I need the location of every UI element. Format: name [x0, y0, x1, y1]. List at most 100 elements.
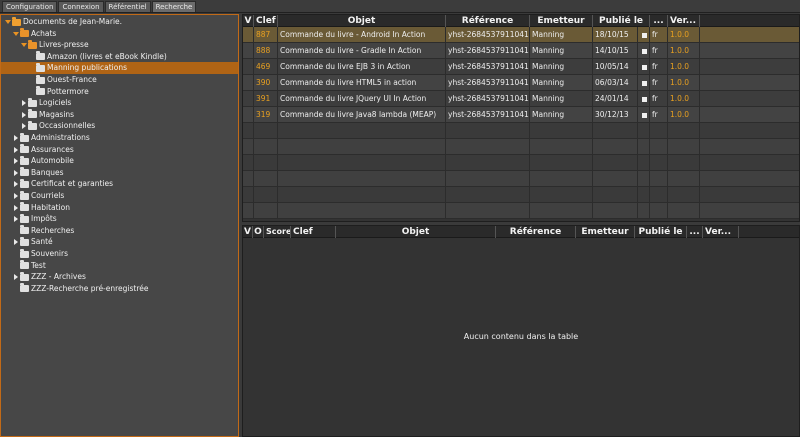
- cell-clef: 469: [254, 59, 278, 75]
- cell-version: 1.0.0: [668, 43, 700, 59]
- col-header-objet[interactable]: Objet: [278, 15, 446, 27]
- col-header-reference[interactable]: Référence: [496, 226, 576, 238]
- tree-item[interactable]: Souvenirs: [1, 248, 238, 260]
- chevron-down-icon[interactable]: [12, 28, 20, 40]
- col-header-publie[interactable]: Publié le: [635, 226, 687, 238]
- tree-item-label: Certificat et garanties: [31, 179, 114, 189]
- tree-item[interactable]: ZZZ - Archives: [1, 271, 238, 283]
- tree-item[interactable]: Logiciels: [1, 97, 238, 109]
- tree-item[interactable]: Ouest-France: [1, 74, 238, 86]
- col-header-publie[interactable]: Publié le: [593, 15, 650, 27]
- col-header-v[interactable]: V: [243, 226, 253, 238]
- chevron-right-icon[interactable]: [12, 132, 20, 144]
- chevron-right-icon[interactable]: [12, 167, 20, 179]
- cell-empty: [278, 171, 446, 187]
- table-row[interactable]: 319 Commande du livre Java8 lambda (MEAP)…: [243, 107, 799, 123]
- chevron-right-icon[interactable]: [12, 202, 20, 214]
- cell-lang: fr: [650, 59, 668, 75]
- table-row-empty: [243, 139, 799, 155]
- cell-empty: [593, 187, 638, 203]
- col-header-v[interactable]: V: [243, 15, 254, 27]
- tree-item-label: Achats: [31, 28, 57, 38]
- cell-v: [243, 27, 254, 43]
- tree-item[interactable]: Achats: [1, 28, 238, 40]
- tree-item-label: Automobile: [31, 156, 74, 166]
- table-row[interactable]: 391 Commande du livre JQuery UI In Action…: [243, 91, 799, 107]
- tree-item[interactable]: Administrations: [1, 132, 238, 144]
- chevron-right-icon[interactable]: [12, 144, 20, 156]
- chevron-right-icon[interactable]: [20, 97, 28, 109]
- tab-connexion[interactable]: Connexion: [58, 1, 104, 12]
- tree-item[interactable]: Habitation: [1, 202, 238, 214]
- square-icon: [642, 96, 647, 102]
- cell-emetteur: Manning: [530, 27, 593, 43]
- tree-item-label: Documents de Jean-Marie.: [23, 17, 123, 26]
- col-header-emetteur[interactable]: Emetteur: [530, 15, 593, 27]
- tree-item[interactable]: ZZZ-Recherche pré-enregistrée: [1, 283, 238, 295]
- cell-empty: [650, 139, 668, 155]
- chevron-right-icon[interactable]: [12, 236, 20, 248]
- tree-item[interactable]: Documents de Jean-Marie.: [1, 16, 238, 28]
- tree-item-label: Pottermore: [47, 86, 89, 96]
- chevron-right-icon[interactable]: [12, 155, 20, 167]
- chevron-right-icon[interactable]: [12, 213, 20, 225]
- cell-clef: 390: [254, 75, 278, 91]
- tree-item[interactable]: Santé: [1, 236, 238, 248]
- tree-item[interactable]: Test: [1, 260, 238, 272]
- col-header-emetteur[interactable]: Emetteur: [576, 226, 635, 238]
- tree-item-label: ZZZ - Archives: [31, 272, 86, 282]
- tree-item[interactable]: Magasins: [1, 109, 238, 121]
- chevron-right-icon[interactable]: [20, 120, 28, 132]
- table-row[interactable]: 390 Commande du livre HTML5 in action yhst…: [243, 75, 799, 91]
- chevron-down-icon[interactable]: [4, 16, 12, 28]
- cell-v: [243, 59, 254, 75]
- attachment-marker-icon: [638, 107, 650, 123]
- chevron-right-icon[interactable]: [12, 178, 20, 190]
- cell-publie: 14/10/15: [593, 43, 638, 59]
- col-header-version[interactable]: Ver...: [703, 226, 739, 238]
- cell-emetteur: Manning: [530, 75, 593, 91]
- tree-item-label: Logiciels: [39, 98, 72, 108]
- attachment-marker-icon: [638, 43, 650, 59]
- tree-item[interactable]: Automobile: [1, 155, 238, 167]
- col-header-version[interactable]: Ver...: [668, 15, 700, 27]
- cell-empty: [530, 187, 593, 203]
- table-row[interactable]: 469 Commande du livre EJB 3 in Action yhst…: [243, 59, 799, 75]
- col-header-objet[interactable]: Objet: [336, 226, 496, 238]
- tree-item[interactable]: Livres-presse: [1, 39, 238, 51]
- tree-item[interactable]: Manning publications: [1, 62, 238, 75]
- cell-empty: [446, 187, 530, 203]
- attachment-marker-icon: [638, 75, 650, 91]
- tree-item-label: Occasionnelles: [39, 121, 96, 131]
- tab-configuration[interactable]: Configuration: [2, 1, 58, 12]
- col-header-o[interactable]: O: [253, 226, 264, 238]
- chevron-right-icon[interactable]: [12, 271, 20, 283]
- tab-recherche[interactable]: Recherche: [151, 1, 197, 12]
- tree-item[interactable]: Certificat et garanties: [1, 178, 238, 190]
- tree-item[interactable]: Amazon (livres et eBook Kindle): [1, 51, 238, 63]
- tree-item[interactable]: Banques: [1, 167, 238, 179]
- tab-referentiel[interactable]: Référentiel: [104, 1, 151, 12]
- chevron-right-icon[interactable]: [12, 190, 20, 202]
- col-header-more[interactable]: ...: [687, 226, 703, 238]
- folder-icon: [36, 51, 45, 61]
- chevron-down-icon[interactable]: [20, 39, 28, 51]
- col-header-clef[interactable]: Clef: [291, 226, 336, 238]
- tree-item[interactable]: Recherches: [1, 225, 238, 237]
- table-row-empty: [243, 123, 799, 139]
- tree-item[interactable]: Pottermore: [1, 86, 238, 98]
- col-header-clef[interactable]: Clef: [254, 15, 278, 27]
- col-header-score[interactable]: Score: [264, 226, 291, 238]
- tree-item[interactable]: Courriels: [1, 190, 238, 202]
- col-header-more[interactable]: ...: [650, 15, 668, 27]
- tree-item[interactable]: Assurances: [1, 144, 238, 156]
- tree-item[interactable]: Occasionnelles: [1, 120, 238, 132]
- tree-item[interactable]: Impôts: [1, 213, 238, 225]
- col-header-reference[interactable]: Référence: [446, 15, 530, 27]
- chevron-right-icon[interactable]: [20, 109, 28, 121]
- table-row[interactable]: 888 Commande du livre - Gradle In Action y…: [243, 43, 799, 59]
- folder-icon: [20, 144, 29, 154]
- cell-reference: yhst-2684537911041...: [446, 107, 530, 123]
- table-row[interactable]: 887 Commande du livre - Android In Action…: [243, 27, 799, 43]
